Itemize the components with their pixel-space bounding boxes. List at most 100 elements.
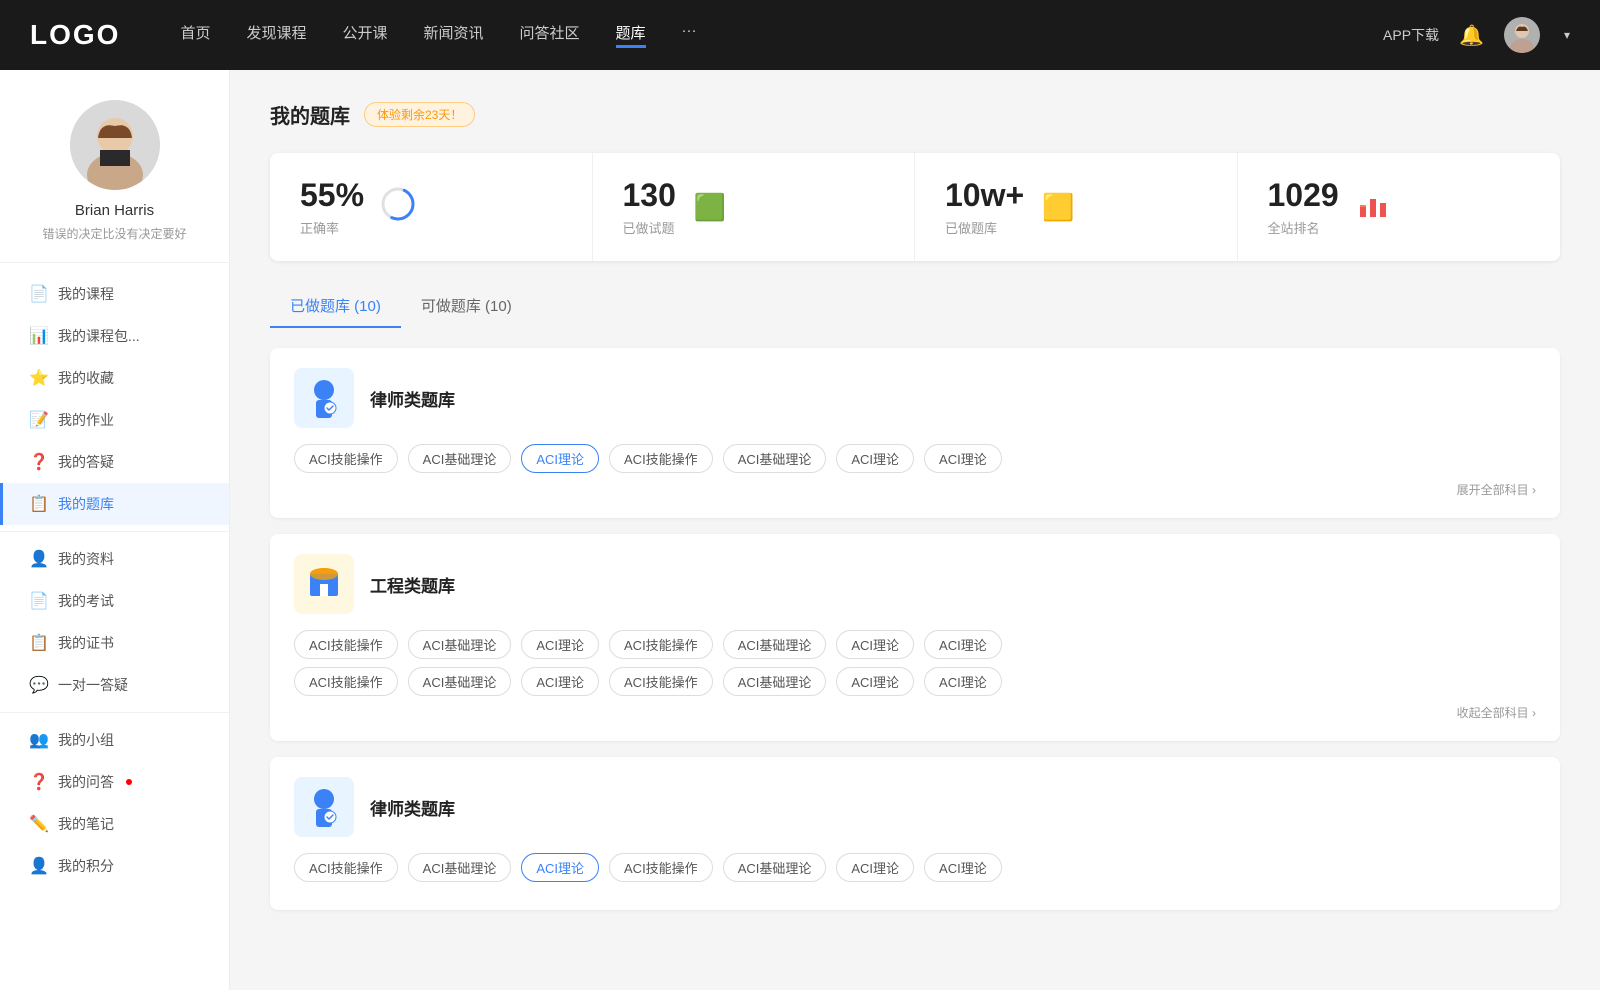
tag-item[interactable]: ACI基础理论: [408, 444, 512, 473]
tag-item[interactable]: ACI基础理论: [723, 630, 827, 659]
notification-bell-icon[interactable]: 🔔: [1459, 23, 1484, 48]
sidebar-item-my-answers[interactable]: ❓ 我的答疑: [0, 441, 229, 483]
stat-ranking-label: 全站排名: [1268, 218, 1339, 237]
nav-news[interactable]: 新闻资讯: [424, 22, 484, 48]
qa-icon: ❓: [30, 773, 48, 791]
sidebar-item-course-package[interactable]: 📊 我的课程包...: [0, 315, 229, 357]
avatar: [70, 100, 160, 190]
nav-discover[interactable]: 发现课程: [246, 22, 306, 48]
tab-done-banks[interactable]: 已做题库 (10): [270, 285, 401, 328]
sidebar-item-exam[interactable]: 📄 我的考试: [0, 580, 229, 622]
stat-accuracy-label: 正确率: [300, 218, 364, 237]
tag-item[interactable]: ACI理论: [924, 630, 1002, 659]
answers-icon: ❓: [30, 453, 48, 471]
group-icon: 👥: [30, 731, 48, 749]
quiz-card-1-icon: [294, 368, 354, 428]
quiz-card-1-tags: ACI技能操作 ACI基础理论 ACI理论 ACI技能操作 ACI基础理论 AC…: [294, 444, 1536, 473]
trial-badge: 体验剩余23天！: [364, 102, 475, 127]
points-icon: 👤: [30, 857, 48, 875]
expand-link-1[interactable]: 展开全部科目 ›: [294, 481, 1536, 498]
stat-done-questions-value: 130: [623, 177, 676, 214]
sidebar-profile: Brian Harris 错误的决定比没有决定要好: [0, 100, 229, 263]
data-icon: 👤: [30, 550, 48, 568]
stat-done-banks-value: 10w+: [945, 177, 1024, 214]
stat-ranking-value: 1029: [1268, 177, 1339, 214]
tag-item[interactable]: ACI理论: [521, 667, 599, 696]
sidebar-item-notes[interactable]: ✏️ 我的笔记: [0, 803, 229, 845]
stat-done-questions: 130 已做试题 🟩: [593, 153, 916, 261]
user-avatar[interactable]: [1504, 17, 1540, 53]
tag-item[interactable]: ACI技能操作: [294, 667, 398, 696]
navbar-right: APP下载 🔔 ▾: [1383, 17, 1570, 53]
nav-more[interactable]: ···: [682, 22, 697, 48]
tag-item[interactable]: ACI基础理论: [723, 444, 827, 473]
sidebar-item-quiz-bank[interactable]: 📋 我的题库: [0, 483, 229, 525]
sidebar-menu: 📄 我的课程 📊 我的课程包... ⭐ 我的收藏 📝 我的作业 ❓ 我的答疑 📋: [0, 263, 229, 897]
tag-item[interactable]: ACI理论: [836, 853, 914, 882]
sidebar-item-favorites[interactable]: ⭐ 我的收藏: [0, 357, 229, 399]
sidebar-item-homework[interactable]: 📝 我的作业: [0, 399, 229, 441]
tag-item-active[interactable]: ACI理论: [521, 853, 599, 882]
sidebar-item-points[interactable]: 👤 我的积分: [0, 845, 229, 887]
tag-item[interactable]: ACI技能操作: [609, 853, 713, 882]
quiz-card-1: 律师类题库 ACI技能操作 ACI基础理论 ACI理论 ACI技能操作 ACI基…: [270, 348, 1560, 518]
tag-item[interactable]: ACI技能操作: [294, 853, 398, 882]
tag-item[interactable]: ACI理论: [836, 630, 914, 659]
one-on-one-icon: 💬: [30, 676, 48, 694]
quiz-card-2-title: 工程类题库: [370, 572, 455, 597]
tag-item[interactable]: ACI理论: [836, 667, 914, 696]
tag-item[interactable]: ACI理论: [924, 853, 1002, 882]
app-download-link[interactable]: APP下载: [1383, 25, 1439, 45]
sidebar-item-my-group[interactable]: 👥 我的小组: [0, 719, 229, 761]
quiz-card-1-title: 律师类题库: [370, 386, 455, 411]
tag-item[interactable]: ACI技能操作: [609, 630, 713, 659]
stat-done-banks: 10w+ 已做题库 🟨: [915, 153, 1238, 261]
tag-item[interactable]: ACI基础理论: [723, 667, 827, 696]
logo: LOGO: [30, 19, 120, 51]
tag-item[interactable]: ACI技能操作: [294, 630, 398, 659]
stat-done-banks-icon: 🟨: [1040, 192, 1076, 223]
sidebar-item-my-courses[interactable]: 📄 我的课程: [0, 273, 229, 315]
tag-item[interactable]: ACI基础理论: [408, 853, 512, 882]
stat-ranking-icon: [1355, 189, 1391, 226]
nav-menu: 首页 发现课程 公开课 新闻资讯 问答社区 题库 ···: [180, 22, 1383, 48]
course-icon: 📄: [30, 285, 48, 303]
stat-done-questions-icon: 🟩: [692, 192, 728, 223]
tag-item[interactable]: ACI基础理论: [408, 667, 512, 696]
tag-item[interactable]: ACI理论: [924, 444, 1002, 473]
notes-icon: ✏️: [30, 815, 48, 833]
certificate-icon: 📋: [30, 634, 48, 652]
tag-item[interactable]: ACI理论: [836, 444, 914, 473]
nav-qa[interactable]: 问答社区: [520, 22, 580, 48]
tag-item[interactable]: ACI基础理论: [408, 630, 512, 659]
sidebar-item-my-qa[interactable]: ❓ 我的问答: [0, 761, 229, 803]
tabs-row: 已做题库 (10) 可做题库 (10): [270, 285, 1560, 328]
quiz-card-2-tags-row1: ACI技能操作 ACI基础理论 ACI理论 ACI技能操作 ACI基础理论 AC…: [294, 630, 1536, 659]
tag-item[interactable]: ACI技能操作: [294, 444, 398, 473]
sidebar-item-certificate[interactable]: 📋 我的证书: [0, 622, 229, 664]
tag-item[interactable]: ACI基础理论: [723, 853, 827, 882]
expand-link-2[interactable]: 收起全部科目 ›: [294, 704, 1536, 721]
page-title: 我的题库: [270, 100, 350, 129]
nav-open-course[interactable]: 公开课: [342, 22, 387, 48]
tag-item[interactable]: ACI技能操作: [609, 667, 713, 696]
user-motto: 错误的决定比没有决定要好: [20, 225, 209, 242]
quiz-card-3-tags: ACI技能操作 ACI基础理论 ACI理论 ACI技能操作 ACI基础理论 AC…: [294, 853, 1536, 882]
sidebar-item-one-on-one[interactable]: 💬 一对一答疑: [0, 664, 229, 706]
course-package-icon: 📊: [30, 327, 48, 345]
user-menu-chevron-icon[interactable]: ▾: [1564, 28, 1570, 42]
tag-item-active[interactable]: ACI理论: [521, 444, 599, 473]
homework-icon: 📝: [30, 411, 48, 429]
quiz-card-2-tags-row2: ACI技能操作 ACI基础理论 ACI理论 ACI技能操作 ACI基础理论 AC…: [294, 667, 1536, 696]
tag-item[interactable]: ACI技能操作: [609, 444, 713, 473]
nav-home[interactable]: 首页: [180, 22, 210, 48]
nav-quiz[interactable]: 题库: [616, 22, 646, 48]
quiz-bank-icon: 📋: [30, 495, 48, 513]
tab-available-banks[interactable]: 可做题库 (10): [401, 285, 532, 328]
sidebar-divider-2: [0, 712, 229, 713]
sidebar: Brian Harris 错误的决定比没有决定要好 📄 我的课程 📊 我的课程包…: [0, 70, 230, 990]
tag-item[interactable]: ACI理论: [924, 667, 1002, 696]
quiz-card-2-icon: [294, 554, 354, 614]
tag-item[interactable]: ACI理论: [521, 630, 599, 659]
sidebar-item-my-data[interactable]: 👤 我的资料: [0, 538, 229, 580]
